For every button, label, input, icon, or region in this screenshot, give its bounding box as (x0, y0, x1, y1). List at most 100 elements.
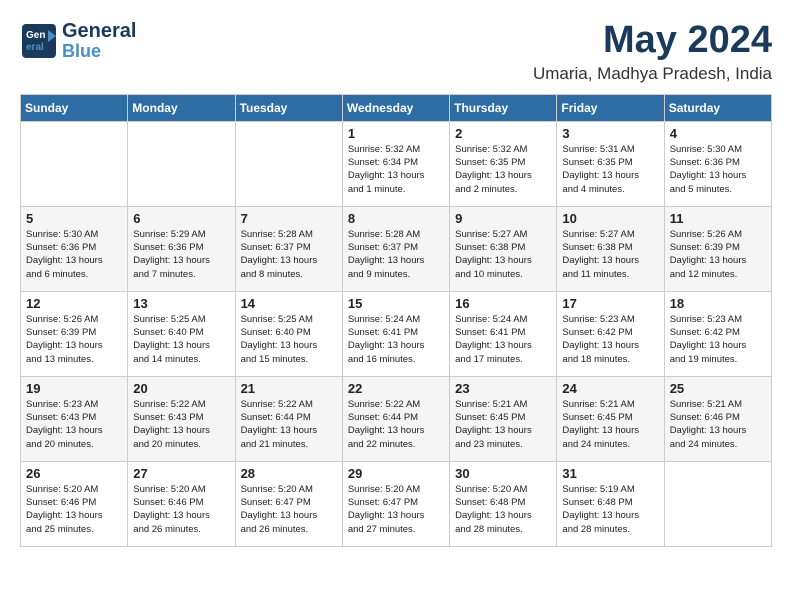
cell-content: Sunrise: 5:20 AMSunset: 6:47 PMDaylight:… (348, 483, 444, 536)
day-number: 9 (455, 211, 551, 226)
cell-content: Sunrise: 5:27 AMSunset: 6:38 PMDaylight:… (455, 228, 551, 281)
cell-content: Sunrise: 5:22 AMSunset: 6:44 PMDaylight:… (241, 398, 337, 451)
day-number: 13 (133, 296, 229, 311)
calendar-cell: 15 Sunrise: 5:24 AMSunset: 6:41 PMDayligh… (342, 291, 449, 376)
day-number: 23 (455, 381, 551, 396)
cell-content: Sunrise: 5:20 AMSunset: 6:48 PMDaylight:… (455, 483, 551, 536)
calendar-cell: 18Sunrise: 5:23 AMSunset: 6:42 PMDayligh… (664, 291, 771, 376)
day-number: 15 (348, 296, 444, 311)
cell-content: Sunrise: 5:27 AMSunset: 6:38 PMDaylight:… (562, 228, 658, 281)
svg-text:eral: eral (26, 42, 44, 53)
day-number: 7 (241, 211, 337, 226)
week-row-3: 12Sunrise: 5:26 AMSunset: 6:39 PMDayligh… (21, 291, 772, 376)
calendar-cell: 1 Sunrise: 5:32 AMSunset: 6:34 PMDaylight… (342, 121, 449, 206)
cell-content: Sunrise: 5:21 AMSunset: 6:45 PMDaylight:… (455, 398, 551, 451)
day-number: 6 (133, 211, 229, 226)
day-number: 26 (26, 466, 122, 481)
header-saturday: Saturday (664, 94, 771, 121)
calendar-cell: 29 Sunrise: 5:20 AMSunset: 6:47 PMDayligh… (342, 461, 449, 546)
header-row: SundayMondayTuesdayWednesdayThursdayFrid… (21, 94, 772, 121)
week-row-1: 1 Sunrise: 5:32 AMSunset: 6:34 PMDaylight… (21, 121, 772, 206)
svg-text:Gen: Gen (26, 30, 45, 41)
calendar-cell (235, 121, 342, 206)
cell-content: Sunrise: 5:28 AMSunset: 6:37 PMDaylight:… (241, 228, 337, 281)
day-number: 29 (348, 466, 444, 481)
cell-content: Sunrise: 5:24 AMSunset: 6:41 PMDaylight:… (348, 313, 444, 366)
day-number: 17 (562, 296, 658, 311)
week-row-5: 26 Sunrise: 5:20 AMSunset: 6:46 PMDayligh… (21, 461, 772, 546)
cell-content: Sunrise: 5:31 AMSunset: 6:35 PMDaylight:… (562, 143, 658, 196)
day-number: 1 (348, 126, 444, 141)
calendar-cell: 6Sunrise: 5:29 AMSunset: 6:36 PMDaylight… (128, 206, 235, 291)
cell-content: Sunrise: 5:19 AMSunset: 6:48 PMDaylight:… (562, 483, 658, 536)
calendar-cell: 5 Sunrise: 5:30 AMSunset: 6:36 PMDaylight… (21, 206, 128, 291)
day-number: 2 (455, 126, 551, 141)
header-friday: Friday (557, 94, 664, 121)
header-thursday: Thursday (450, 94, 557, 121)
calendar-cell: 8 Sunrise: 5:28 AMSunset: 6:37 PMDaylight… (342, 206, 449, 291)
cell-content: Sunrise: 5:28 AMSunset: 6:37 PMDaylight:… (348, 228, 444, 281)
cell-content: Sunrise: 5:21 AMSunset: 6:45 PMDaylight:… (562, 398, 658, 451)
calendar-cell: 31Sunrise: 5:19 AMSunset: 6:48 PMDayligh… (557, 461, 664, 546)
page-subtitle: Umaria, Madhya Pradesh, India (533, 64, 772, 84)
calendar-cell: 10 Sunrise: 5:27 AMSunset: 6:38 PMDayligh… (557, 206, 664, 291)
day-number: 28 (241, 466, 337, 481)
calendar-cell: 26 Sunrise: 5:20 AMSunset: 6:46 PMDayligh… (21, 461, 128, 546)
cell-content: Sunrise: 5:30 AMSunset: 6:36 PMDaylight:… (26, 228, 122, 281)
calendar-cell: 2Sunrise: 5:32 AMSunset: 6:35 PMDaylight… (450, 121, 557, 206)
header-tuesday: Tuesday (235, 94, 342, 121)
logo-blue: Blue (62, 42, 136, 62)
logo: Gen eral General Blue (20, 20, 136, 62)
calendar-cell: 9 Sunrise: 5:27 AMSunset: 6:38 PMDaylight… (450, 206, 557, 291)
cell-content: Sunrise: 5:20 AMSunset: 6:46 PMDaylight:… (133, 483, 229, 536)
cell-content: Sunrise: 5:23 AMSunset: 6:42 PMDaylight:… (670, 313, 766, 366)
calendar-cell (664, 461, 771, 546)
cell-content: Sunrise: 5:22 AMSunset: 6:44 PMDaylight:… (348, 398, 444, 451)
header-monday: Monday (128, 94, 235, 121)
cell-content: Sunrise: 5:26 AMSunset: 6:39 PMDaylight:… (670, 228, 766, 281)
logo-general: General (62, 20, 136, 42)
day-number: 16 (455, 296, 551, 311)
calendar-table: SundayMondayTuesdayWednesdayThursdayFrid… (20, 94, 772, 547)
header-wednesday: Wednesday (342, 94, 449, 121)
calendar-cell: 14 Sunrise: 5:25 AMSunset: 6:40 PMDayligh… (235, 291, 342, 376)
calendar-cell (128, 121, 235, 206)
calendar-cell: 17Sunrise: 5:23 AMSunset: 6:42 PMDayligh… (557, 291, 664, 376)
calendar-cell: 13 Sunrise: 5:25 AMSunset: 6:40 PMDayligh… (128, 291, 235, 376)
day-number: 24 (562, 381, 658, 396)
cell-content: Sunrise: 5:20 AMSunset: 6:46 PMDaylight:… (26, 483, 122, 536)
cell-content: Sunrise: 5:26 AMSunset: 6:39 PMDaylight:… (26, 313, 122, 366)
week-row-4: 19Sunrise: 5:23 AMSunset: 6:43 PMDayligh… (21, 376, 772, 461)
calendar-cell: 3 Sunrise: 5:31 AMSunset: 6:35 PMDaylight… (557, 121, 664, 206)
week-row-2: 5 Sunrise: 5:30 AMSunset: 6:36 PMDaylight… (21, 206, 772, 291)
day-number: 4 (670, 126, 766, 141)
calendar-cell: 27 Sunrise: 5:20 AMSunset: 6:46 PMDayligh… (128, 461, 235, 546)
day-number: 5 (26, 211, 122, 226)
cell-content: Sunrise: 5:21 AMSunset: 6:46 PMDaylight:… (670, 398, 766, 451)
day-number: 25 (670, 381, 766, 396)
cell-content: Sunrise: 5:23 AMSunset: 6:43 PMDaylight:… (26, 398, 122, 451)
cell-content: Sunrise: 5:32 AMSunset: 6:34 PMDaylight:… (348, 143, 444, 196)
cell-content: Sunrise: 5:25 AMSunset: 6:40 PMDaylight:… (241, 313, 337, 366)
day-number: 20 (133, 381, 229, 396)
cell-content: Sunrise: 5:25 AMSunset: 6:40 PMDaylight:… (133, 313, 229, 366)
day-number: 11 (670, 211, 766, 226)
header-sunday: Sunday (21, 94, 128, 121)
calendar-cell: 7 Sunrise: 5:28 AMSunset: 6:37 PMDaylight… (235, 206, 342, 291)
page-title: May 2024 (533, 20, 772, 62)
calendar-cell (21, 121, 128, 206)
calendar-cell: 22Sunrise: 5:22 AMSunset: 6:44 PMDayligh… (342, 376, 449, 461)
cell-content: Sunrise: 5:22 AMSunset: 6:43 PMDaylight:… (133, 398, 229, 451)
calendar-cell: 28Sunrise: 5:20 AMSunset: 6:47 PMDayligh… (235, 461, 342, 546)
day-number: 14 (241, 296, 337, 311)
day-number: 27 (133, 466, 229, 481)
day-number: 10 (562, 211, 658, 226)
day-number: 3 (562, 126, 658, 141)
calendar-cell: 11 Sunrise: 5:26 AMSunset: 6:39 PMDayligh… (664, 206, 771, 291)
day-number: 8 (348, 211, 444, 226)
calendar-cell: 19Sunrise: 5:23 AMSunset: 6:43 PMDayligh… (21, 376, 128, 461)
day-number: 30 (455, 466, 551, 481)
cell-content: Sunrise: 5:30 AMSunset: 6:36 PMDaylight:… (670, 143, 766, 196)
calendar-cell: 4 Sunrise: 5:30 AMSunset: 6:36 PMDaylight… (664, 121, 771, 206)
page-header: Gen eral General Blue May 2024 Umaria, M… (20, 20, 772, 84)
